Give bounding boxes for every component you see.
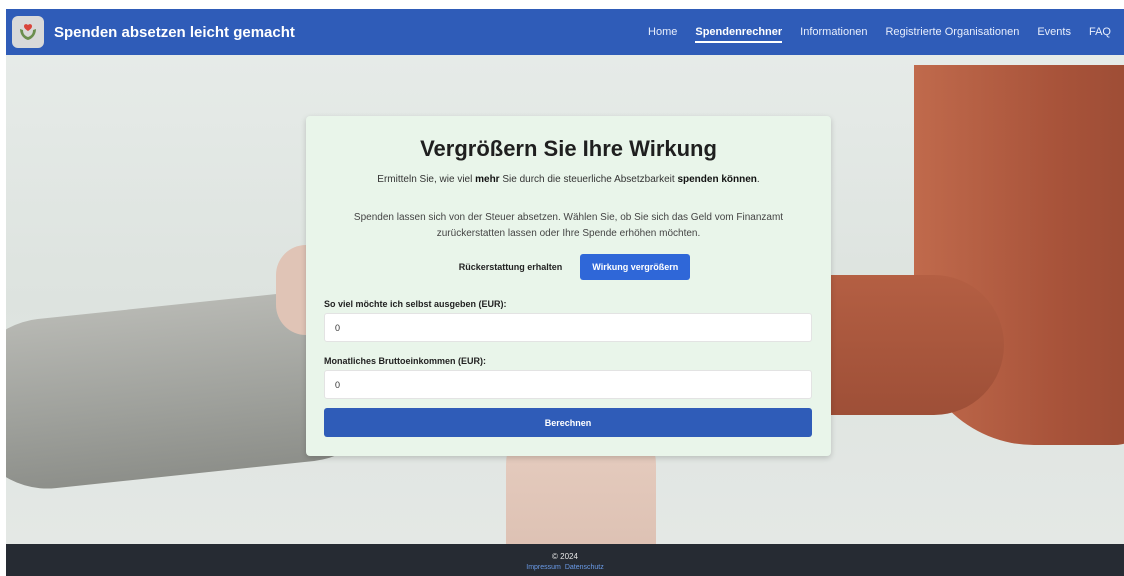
- subtitle-bold-2: spenden können: [677, 174, 757, 185]
- brand[interactable]: Spenden absetzen leicht gemacht: [12, 16, 295, 48]
- spend-amount-label: So viel möchte ich selbst ausgeben (EUR)…: [324, 299, 507, 309]
- nav-home[interactable]: Home: [648, 9, 677, 55]
- card-subtitle: Ermitteln Sie, wie viel mehr Sie durch d…: [306, 174, 831, 185]
- nav-links: Home Spendenrechner Informationen Regist…: [639, 9, 1120, 55]
- footer-copyright: © 2024: [552, 552, 578, 561]
- app-frame: Spenden absetzen leicht gemacht Home Spe…: [6, 9, 1124, 576]
- card-title: Vergrößern Sie Ihre Wirkung: [420, 136, 717, 161]
- card-description: Spenden lassen sich von der Steuer abset…: [353, 212, 784, 239]
- nav-informationen[interactable]: Informationen: [800, 9, 867, 55]
- subtitle-bold-1: mehr: [475, 174, 500, 185]
- hero-background: Vergrößern Sie Ihre Wirkung Ermitteln Si…: [6, 55, 1124, 544]
- subtitle-text-3: .: [756, 174, 760, 185]
- brand-title: Spenden absetzen leicht gemacht: [54, 23, 295, 41]
- refund-toggle-button[interactable]: Rückerstattung erhalten: [447, 254, 575, 280]
- nav-events[interactable]: Events: [1037, 9, 1071, 55]
- subtitle-text-2: Sie durch die steuerliche Absetzbarkeit: [499, 174, 678, 185]
- footer: © 2024 Impressum Datenschutz: [6, 544, 1124, 576]
- navbar: Spenden absetzen leicht gemacht Home Spe…: [6, 9, 1124, 55]
- hands-heart-icon: [12, 16, 44, 48]
- impact-toggle-button[interactable]: Wirkung vergrößern: [580, 254, 691, 280]
- calculator-card: Vergrößern Sie Ihre Wirkung Ermitteln Si…: [306, 116, 831, 456]
- spend-amount-input[interactable]: 0: [324, 313, 812, 342]
- income-input[interactable]: 0: [324, 370, 812, 399]
- footer-links: Impressum Datenschutz: [6, 564, 1124, 571]
- datenschutz-link[interactable]: Datenschutz: [565, 564, 604, 571]
- nav-spendenrechner[interactable]: Spendenrechner: [695, 9, 782, 55]
- impressum-link[interactable]: Impressum: [526, 564, 561, 571]
- mode-toggle: Rückerstattung erhalten Wirkung vergröße…: [306, 254, 831, 280]
- subtitle-text-1: Ermitteln Sie, wie viel: [377, 174, 476, 185]
- nav-registrierte-organisationen[interactable]: Registrierte Organisationen: [885, 9, 1019, 55]
- calculate-button[interactable]: Berechnen: [324, 408, 812, 437]
- income-label: Monatliches Bruttoeinkommen (EUR):: [324, 356, 487, 366]
- nav-faq[interactable]: FAQ: [1089, 9, 1111, 55]
